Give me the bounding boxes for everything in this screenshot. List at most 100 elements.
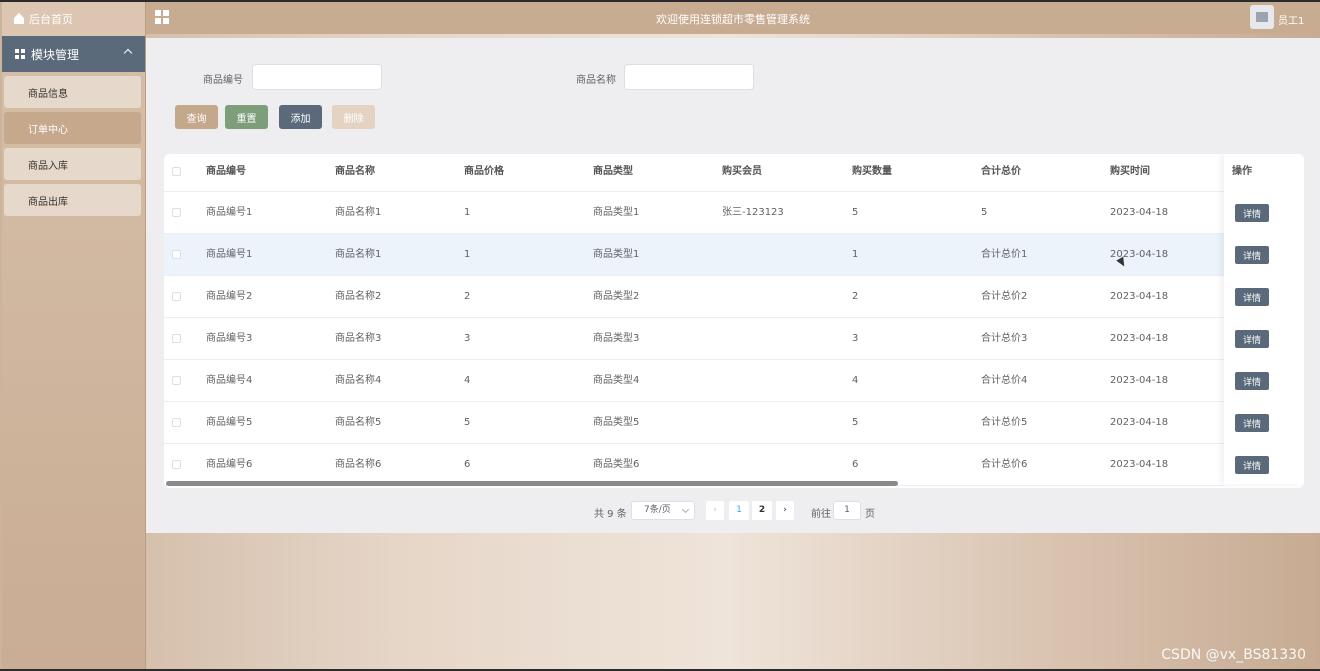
- table-row[interactable]: 商品编号1 商品名称1 1 商品类型1 张三-123123 5 5 2023-04-18: [164, 192, 1224, 234]
- row-checkbox[interactable]: [172, 292, 181, 301]
- goto-label: 前往: [811, 509, 831, 520]
- table-cell: 1: [464, 249, 471, 260]
- table-cell: 6: [464, 459, 471, 470]
- row-checkbox[interactable]: [172, 208, 181, 217]
- sidebar-item-label: 商品信息: [28, 88, 68, 100]
- table-cell: 4: [464, 375, 471, 386]
- table-cell: 商品类型4: [593, 375, 640, 386]
- detail-button[interactable]: 详情: [1235, 372, 1269, 390]
- row-checkbox[interactable]: [172, 250, 181, 259]
- col-header[interactable]: 商品编号: [206, 154, 246, 190]
- col-header[interactable]: 合计总价: [981, 154, 1021, 190]
- operation-header: 操作: [1232, 166, 1252, 177]
- table-cell: 5: [464, 417, 471, 428]
- detail-button[interactable]: 详情: [1235, 330, 1269, 348]
- product-code-input[interactable]: [252, 64, 382, 90]
- sidebar-home-label: 后台首页: [29, 13, 73, 26]
- avatar[interactable]: [1250, 5, 1274, 29]
- table-cell: 2023-04-18: [1110, 333, 1169, 344]
- sidebar-item-label: 商品入库: [28, 160, 68, 172]
- next-page-button[interactable]: ›: [776, 501, 794, 520]
- table-cell: 商品类型3: [593, 333, 640, 344]
- sidebar-item-stock-in[interactable]: 商品入库: [4, 148, 141, 180]
- header-title: 欢迎使用连锁超市零售管理系统: [656, 13, 810, 26]
- query-button[interactable]: 查询: [175, 105, 218, 129]
- table-cell: 合计总价1: [981, 249, 1028, 260]
- sidebar-item-order-center[interactable]: 订单中心: [4, 112, 141, 144]
- table-cell: 商品名称2: [335, 291, 382, 302]
- table-row[interactable]: 商品编号6 商品名称6 6 商品类型6 6 合计总价6 2023-04-18: [164, 444, 1224, 486]
- detail-button[interactable]: 详情: [1235, 246, 1269, 264]
- sidebar-home[interactable]: 后台首页: [2, 2, 145, 36]
- detail-button[interactable]: 详情: [1235, 288, 1269, 306]
- home-icon: [14, 13, 24, 24]
- table-cell: 商品名称5: [335, 417, 382, 428]
- product-name-label: 商品名称: [576, 75, 616, 86]
- col-header[interactable]: 商品类型: [593, 154, 633, 190]
- table-cell: 合计总价4: [981, 375, 1028, 386]
- operation-column: 操作 详情 详情 详情 详情 详情 详情 详情: [1224, 154, 1304, 484]
- sidebar-item-stock-out[interactable]: 商品出库: [4, 184, 141, 216]
- user-name[interactable]: 员工1: [1278, 12, 1304, 27]
- page-number-1[interactable]: 1: [729, 501, 749, 520]
- col-header[interactable]: 购买数量: [852, 154, 892, 190]
- table-row[interactable]: 商品编号1 商品名称1 1 商品类型1 1 合计总价1 2023-04-18: [164, 234, 1224, 276]
- table-row[interactable]: 商品编号4 商品名称4 4 商品类型4 4 合计总价4 2023-04-18: [164, 360, 1224, 402]
- col-header[interactable]: 商品名称: [335, 154, 375, 190]
- table-cell: 商品名称1: [335, 249, 382, 260]
- page-suffix: 页: [865, 509, 875, 520]
- sidebar: 后台首页 模块管理 商品信息 订单中心 商品入库 商品出库: [2, 2, 146, 669]
- table-cell: 张三-123123: [722, 207, 784, 218]
- table-row[interactable]: 商品编号3 商品名称3 3 商品类型3 3 合计总价3 2023-04-18: [164, 318, 1224, 360]
- app-frame: 后台首页 模块管理 商品信息 订单中心 商品入库 商品出库 欢迎使用连锁超市零售…: [0, 2, 1320, 669]
- table-cell: 商品名称3: [335, 333, 382, 344]
- table-cell: 5: [852, 207, 859, 218]
- table-cell: 3: [852, 333, 859, 344]
- table-cell: 1: [464, 207, 471, 218]
- pagination-total: 共 9 条: [594, 509, 627, 520]
- table-cell: 6: [852, 459, 859, 470]
- table-cell: 合计总价5: [981, 417, 1028, 428]
- row-checkbox[interactable]: [172, 418, 181, 427]
- table-header-row: 商品编号 商品名称 商品价格 商品类型 购买会员 购买数量 合计总价 购买时间: [164, 154, 1224, 192]
- table-cell: 商品编号1: [206, 249, 253, 260]
- table-cell: 商品名称4: [335, 375, 382, 386]
- col-header[interactable]: 商品价格: [464, 154, 504, 190]
- product-code-label: 商品编号: [203, 75, 243, 86]
- table-cell: 4: [852, 375, 859, 386]
- row-checkbox[interactable]: [172, 376, 181, 385]
- goto-page-input[interactable]: 1: [833, 501, 861, 520]
- select-all-checkbox[interactable]: [172, 167, 181, 176]
- row-checkbox[interactable]: [172, 460, 181, 469]
- row-checkbox[interactable]: [172, 334, 181, 343]
- watermark: CSDN @vx_BS81330: [1161, 647, 1306, 663]
- table-cell: 2023-04-18: [1110, 207, 1169, 218]
- col-header[interactable]: 购买时间: [1110, 154, 1150, 190]
- table-cell: 商品类型1: [593, 249, 640, 260]
- product-name-input[interactable]: [624, 64, 754, 90]
- table-cell: 商品类型1: [593, 207, 640, 218]
- prev-page-button[interactable]: ‹: [706, 501, 724, 520]
- add-button[interactable]: 添加: [279, 105, 322, 129]
- delete-button[interactable]: 删除: [332, 105, 375, 129]
- table-cell: 2023-04-18: [1110, 249, 1169, 260]
- table-cell: 商品编号4: [206, 375, 253, 386]
- table-cell: 商品名称1: [335, 207, 382, 218]
- detail-button[interactable]: 详情: [1235, 204, 1269, 222]
- page-size-value: 7条/页: [644, 505, 671, 515]
- table-row[interactable]: 商品编号5 商品名称5 5 商品类型5 5 合计总价5 2023-04-18: [164, 402, 1224, 444]
- table-cell: 商品编号5: [206, 417, 253, 428]
- module-label: 模块管理: [31, 47, 80, 62]
- horizontal-scrollbar[interactable]: [166, 481, 898, 486]
- table-row[interactable]: 商品编号2 商品名称2 2 商品类型2 2 合计总价2 2023-04-18: [164, 276, 1224, 318]
- page-number-2[interactable]: 2: [752, 501, 772, 520]
- sidebar-item-product-info[interactable]: 商品信息: [4, 76, 141, 108]
- detail-button[interactable]: 详情: [1235, 456, 1269, 474]
- sidebar-module-header[interactable]: 模块管理: [2, 36, 145, 72]
- table-cell: 5: [981, 207, 988, 218]
- reset-button[interactable]: 重置: [225, 105, 268, 129]
- detail-button[interactable]: 详情: [1235, 414, 1269, 432]
- module-grid-icon: [15, 49, 25, 59]
- page-size-select[interactable]: 7条/页: [631, 501, 695, 520]
- col-header[interactable]: 购买会员: [722, 154, 762, 190]
